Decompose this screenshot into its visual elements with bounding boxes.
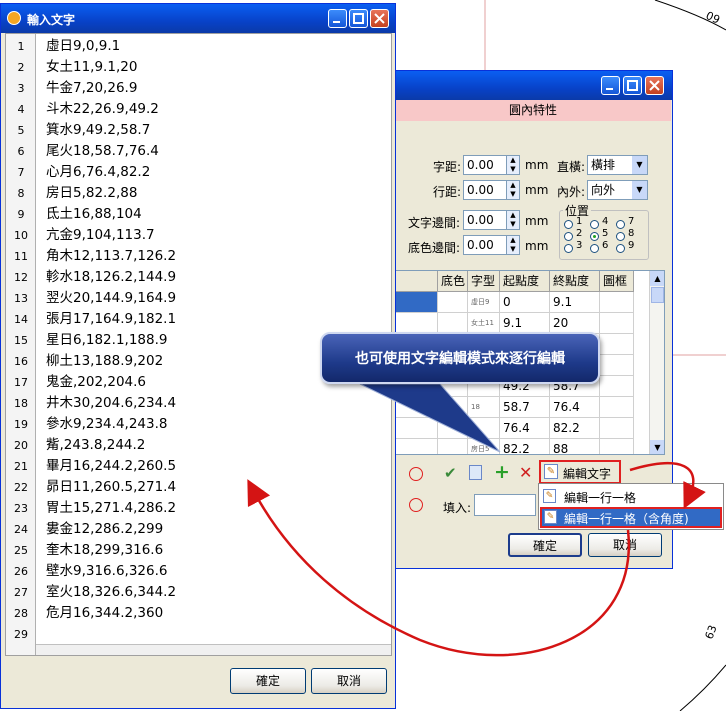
annotation-arrows [247, 462, 706, 657]
